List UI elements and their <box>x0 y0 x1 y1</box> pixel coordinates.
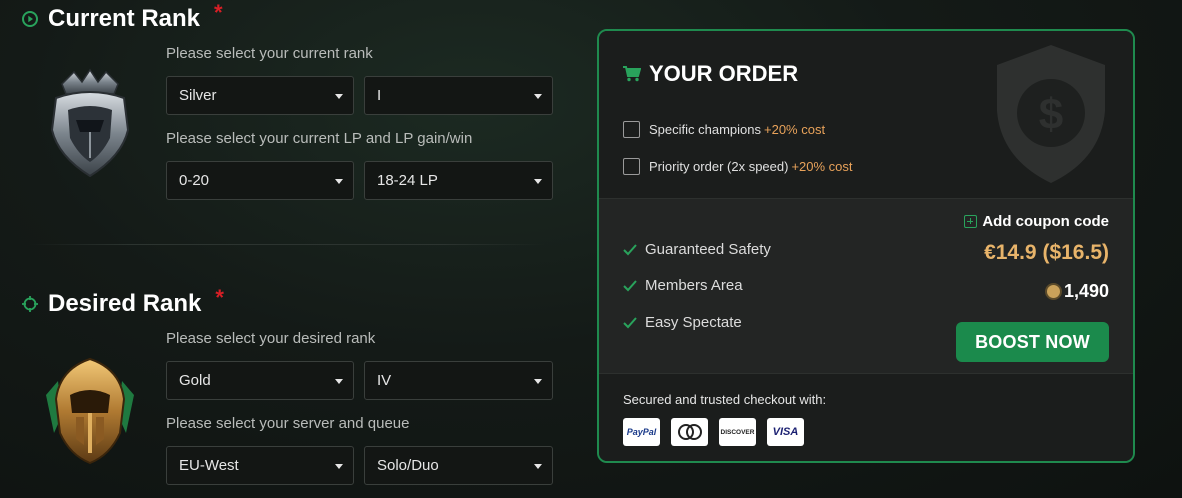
chevron-down-icon <box>534 179 542 184</box>
required-marker: * <box>215 285 224 310</box>
current-rank-heading: Current Rank * <box>22 0 223 33</box>
feature-label: Members Area <box>645 277 743 294</box>
payment-methods: PayPal DISCOVER VISA <box>623 418 804 446</box>
chevron-down-icon <box>335 379 343 384</box>
option-specific-champions[interactable]: Specific champions +20% cost <box>623 121 825 138</box>
lp-gain-select[interactable]: 18-24 LP <box>364 161 553 200</box>
checkout-info: Secured and trusted checkout with: PayPa… <box>599 374 1133 461</box>
current-rank-title: Current Rank <box>48 5 201 32</box>
boost-now-button[interactable]: BOOST NOW <box>956 322 1109 362</box>
order-title: YOUR ORDER <box>649 61 799 86</box>
order-summary: Guaranteed Safety Members Area Easy Spec… <box>599 198 1133 374</box>
current-rank-select[interactable]: Silver <box>166 76 354 115</box>
mastercard-icon <box>671 418 708 446</box>
option-priority-order[interactable]: Priority order (2x speed) +20% cost <box>623 158 853 175</box>
coin-reward: 1,490 <box>1044 281 1109 302</box>
queue-value: Solo/Duo <box>377 457 439 474</box>
order-heading: YOUR ORDER <box>623 61 798 87</box>
secured-checkout-text: Secured and trusted checkout with: <box>623 392 827 407</box>
desired-rank-title: Desired Rank <box>48 290 202 317</box>
chevron-down-icon <box>335 94 343 99</box>
plus-square-icon <box>964 215 978 228</box>
feature-item: Guaranteed Safety <box>623 241 771 258</box>
desired-rank-heading: Desired Rank * <box>22 285 224 318</box>
current-division-select[interactable]: I <box>364 76 553 115</box>
check-icon <box>623 243 637 255</box>
feature-label: Easy Spectate <box>645 314 742 331</box>
play-circle-icon <box>22 11 38 27</box>
silver-rank-emblem-icon <box>50 68 130 178</box>
coin-amount: 1,490 <box>1063 281 1109 301</box>
desired-rank-value: Gold <box>179 372 211 389</box>
desired-division-select[interactable]: IV <box>364 361 553 400</box>
add-coupon-link[interactable]: Add coupon code <box>964 213 1109 230</box>
feature-label: Guaranteed Safety <box>645 241 771 258</box>
feature-item: Members Area <box>623 277 743 294</box>
order-panel: $ YOUR ORDER Specific champions +20% cost… <box>597 29 1135 463</box>
paypal-icon: PayPal <box>623 418 660 446</box>
order-price: €14.9 ($16.5) <box>984 241 1109 264</box>
coin-icon <box>1044 283 1062 300</box>
current-rank-label: Please select your current rank <box>166 45 373 62</box>
required-marker: * <box>214 0 223 25</box>
option-extra-cost: +20% cost <box>764 122 826 137</box>
chevron-down-icon <box>335 464 343 469</box>
checkbox[interactable] <box>623 158 640 175</box>
current-lp-label: Please select your current LP and LP gai… <box>166 130 473 147</box>
chevron-down-icon <box>335 179 343 184</box>
checkbox[interactable] <box>623 121 640 138</box>
lp-gain-value: 18-24 LP <box>377 172 438 189</box>
current-division-value: I <box>377 87 382 104</box>
desired-rank-label: Please select your desired rank <box>166 330 376 347</box>
order-options-area: $ YOUR ORDER Specific champions +20% cost… <box>599 31 1133 198</box>
option-extra-cost: +20% cost <box>791 159 853 174</box>
current-lp-select[interactable]: 0-20 <box>166 161 354 200</box>
server-select[interactable]: EU-West <box>166 446 354 485</box>
option-label: Priority order (2x speed) <box>649 159 789 174</box>
shield-dollar-icon: $ <box>997 45 1105 183</box>
current-rank-value: Silver <box>179 87 217 104</box>
visa-icon: VISA <box>767 418 804 446</box>
chevron-down-icon <box>534 379 542 384</box>
gold-rank-emblem-icon <box>46 357 134 465</box>
feature-item: Easy Spectate <box>623 314 742 331</box>
check-icon <box>623 316 637 328</box>
desired-division-value: IV <box>377 372 392 389</box>
chevron-down-icon <box>534 94 542 99</box>
current-lp-value: 0-20 <box>179 172 210 189</box>
server-value: EU-West <box>179 457 239 474</box>
discover-icon: DISCOVER <box>719 418 756 446</box>
section-divider <box>30 244 545 245</box>
server-queue-label: Please select your server and queue <box>166 415 410 432</box>
coupon-label: Add coupon code <box>982 213 1109 230</box>
option-label: Specific champions <box>649 122 761 137</box>
crosshair-icon <box>22 296 38 312</box>
chevron-down-icon <box>534 464 542 469</box>
queue-select[interactable]: Solo/Duo <box>364 446 553 485</box>
mastercard-circles-icon <box>677 424 702 440</box>
shopping-cart-icon <box>623 66 641 82</box>
desired-rank-select[interactable]: Gold <box>166 361 354 400</box>
svg-text:$: $ <box>1039 90 1063 139</box>
check-icon <box>623 279 637 291</box>
